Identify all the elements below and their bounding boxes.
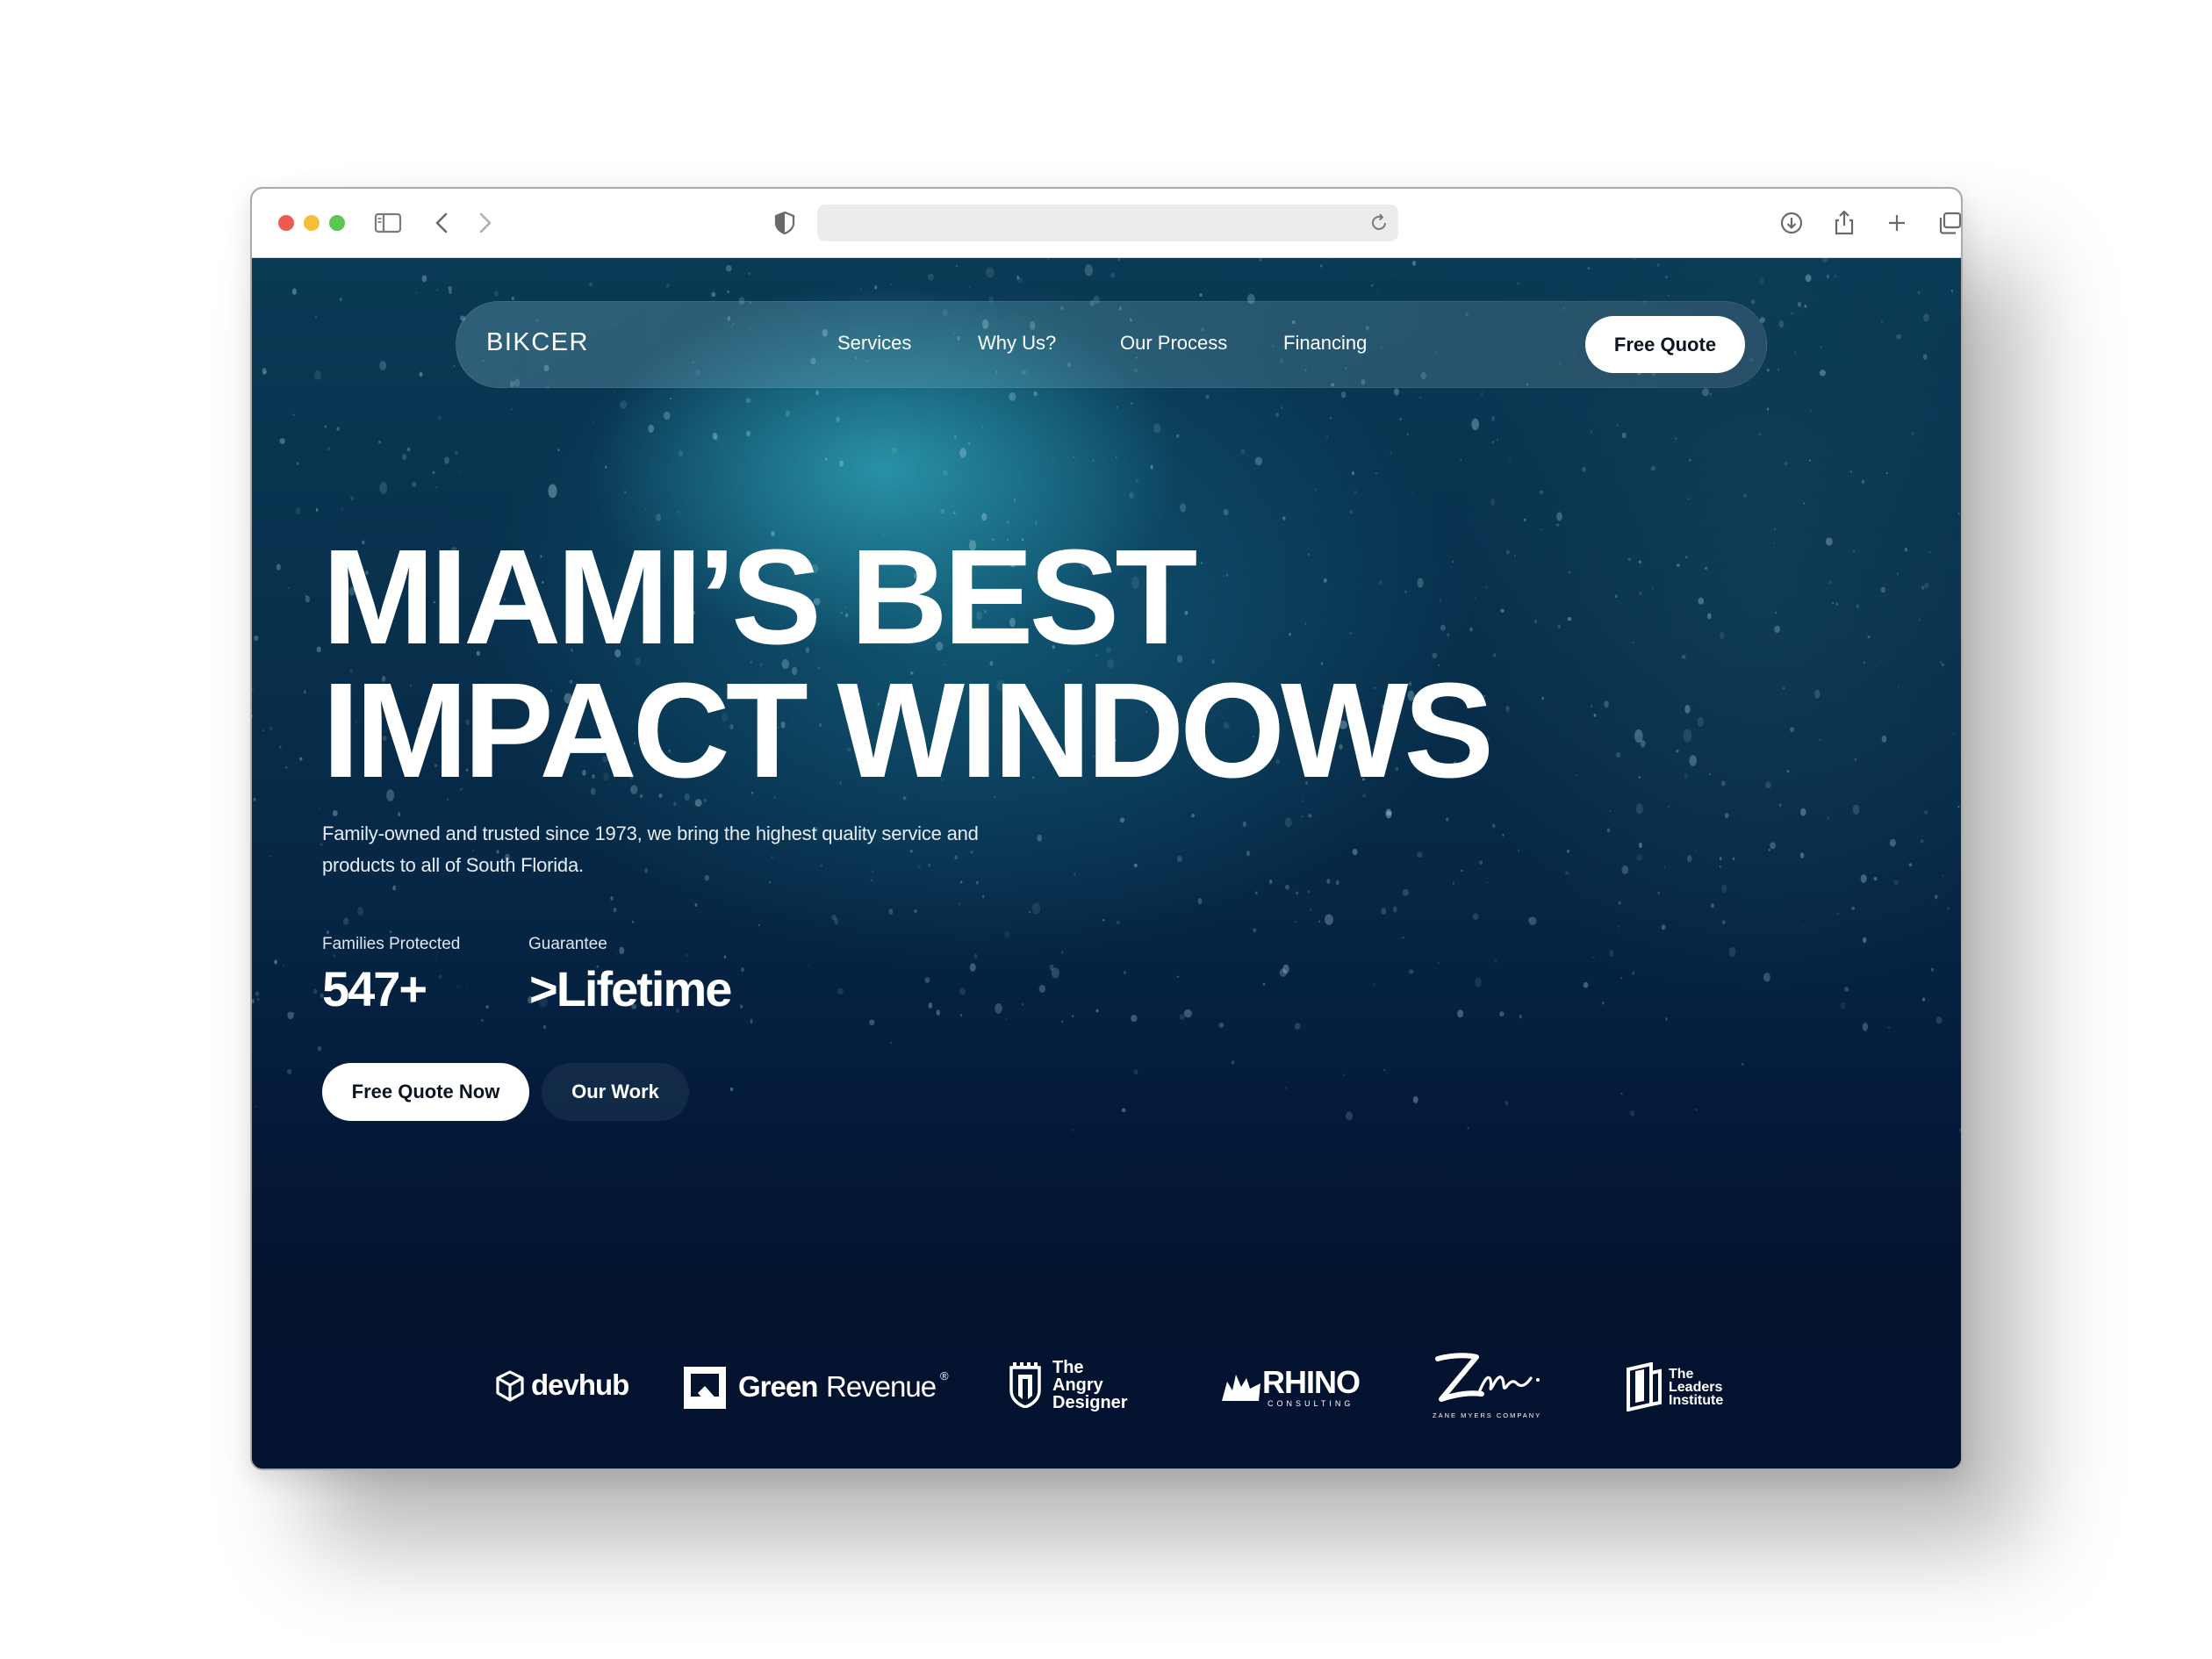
shield-crest-icon	[1009, 1362, 1041, 1408]
hero-subtitle: Family-owned and trusted since 1973, we …	[322, 818, 1042, 881]
address-bar[interactable]	[817, 205, 1398, 241]
headline-line-1: MIAMI’S BEST	[322, 521, 1197, 672]
cube-icon	[496, 1370, 524, 1402]
forward-icon[interactable]	[470, 208, 499, 238]
leaders-mark-icon	[1627, 1362, 1662, 1411]
stat-value-families: 547+	[322, 961, 427, 1016]
nav-link-financing[interactable]: Financing	[1283, 332, 1367, 355]
hero-headline: MIAMI’S BEST IMPACT WINDOWS	[322, 529, 1494, 798]
close-window-button[interactable]	[278, 215, 294, 231]
subtitle-line-1: Family-owned and trusted since 1973, we …	[322, 822, 979, 844]
subtitle-line-2: products to all of South Florida.	[322, 854, 584, 876]
stat-label-families: Families Protected	[322, 935, 461, 953]
headline-line-2: IMPACT WINDOWS	[322, 655, 1494, 806]
sidebar-icon[interactable]	[373, 208, 403, 238]
new-tab-icon[interactable]	[1882, 208, 1912, 238]
browser-window: BIKCER Services Why Us? Our Process Fina…	[250, 187, 1963, 1470]
hero-section: BIKCER Services Why Us? Our Process Fina…	[252, 258, 1961, 1469]
tabs-overview-icon[interactable]	[1936, 208, 1963, 238]
client-logos-strip: devhub Green Revenue ® The Angry Designe…	[252, 1347, 1961, 1452]
minimize-window-button[interactable]	[304, 215, 320, 231]
share-icon[interactable]	[1829, 208, 1859, 238]
back-icon[interactable]	[427, 208, 457, 238]
nav-link-services[interactable]: Services	[837, 332, 911, 355]
signature-logo-icon	[1435, 1353, 1540, 1402]
zoom-window-button[interactable]	[329, 215, 345, 231]
shield-icon[interactable]	[770, 208, 800, 238]
download-icon[interactable]	[1777, 208, 1806, 238]
brand-logo[interactable]: BIKCER	[486, 328, 589, 357]
reload-icon[interactable]	[1365, 209, 1393, 237]
nav-link-our-process[interactable]: Our Process	[1120, 332, 1227, 355]
free-quote-now-button[interactable]: Free Quote Now	[322, 1063, 529, 1121]
nav-link-why-us[interactable]: Why Us?	[978, 332, 1056, 355]
main-navigation: BIKCER Services Why Us? Our Process Fina…	[456, 301, 1767, 388]
browser-toolbar	[252, 189, 1961, 258]
stat-value-guarantee: >Lifetime	[529, 961, 732, 1016]
our-work-button[interactable]: Our Work	[542, 1063, 689, 1121]
rhino-icon	[1222, 1375, 1260, 1401]
greenrevenue-mark-icon	[684, 1367, 726, 1409]
stat-label-guarantee: Guarantee	[528, 935, 607, 953]
free-quote-button[interactable]: Free Quote	[1585, 316, 1745, 373]
